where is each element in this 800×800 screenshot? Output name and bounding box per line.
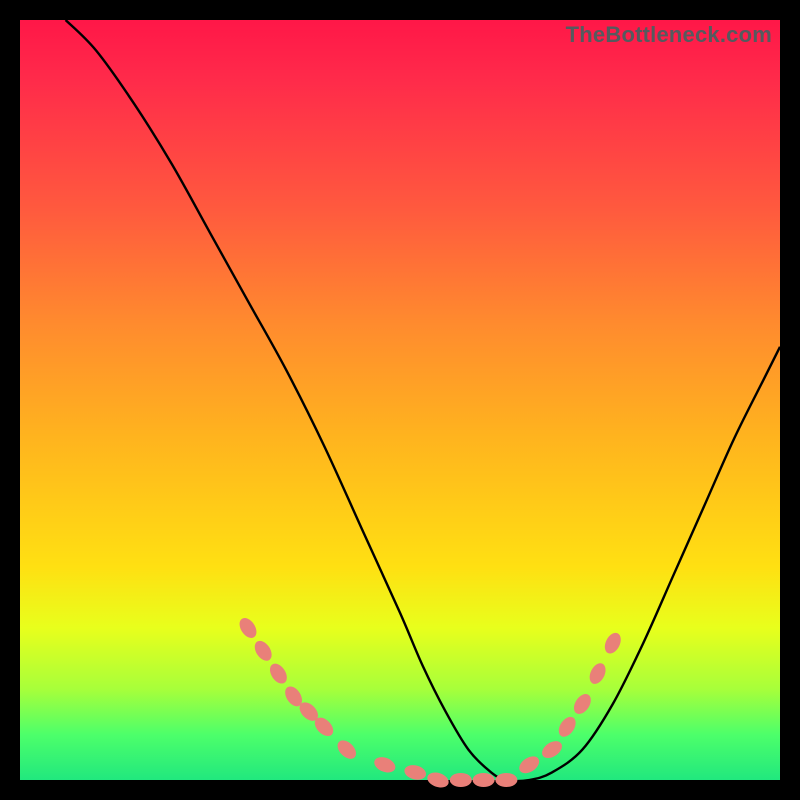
highlight-dot bbox=[539, 738, 565, 762]
chart-frame: TheBottleneck.com bbox=[20, 20, 780, 780]
highlight-dot bbox=[450, 773, 472, 787]
watermark-text: TheBottleneck.com bbox=[566, 22, 772, 48]
curve-line bbox=[66, 20, 780, 781]
highlight-dot bbox=[586, 661, 608, 687]
highlight-dot bbox=[473, 773, 495, 787]
highlight-dot bbox=[555, 714, 579, 740]
highlight-dot bbox=[495, 773, 517, 787]
bottleneck-curve bbox=[20, 20, 780, 780]
highlight-dot bbox=[570, 691, 594, 717]
highlight-dot bbox=[251, 638, 275, 664]
highlight-dot bbox=[236, 615, 260, 641]
highlight-dot bbox=[334, 737, 359, 762]
highlight-dot bbox=[372, 754, 398, 775]
highlight-dot bbox=[516, 753, 542, 777]
highlight-dot bbox=[266, 661, 290, 687]
highlight-dot bbox=[403, 763, 428, 782]
highlight-dot bbox=[602, 630, 624, 656]
highlight-dot bbox=[425, 770, 450, 790]
